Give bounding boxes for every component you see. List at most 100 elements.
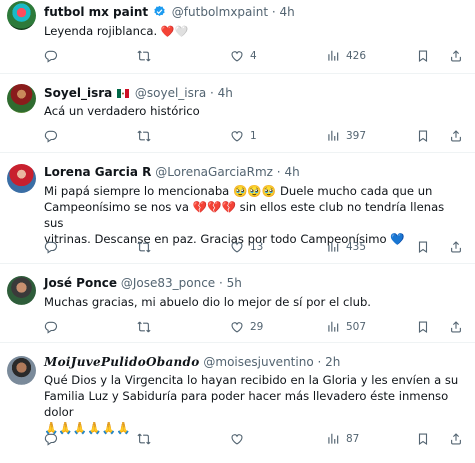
tweet[interactable]: José Ponce @Jose83_ponce · 5h Muchas gra… bbox=[0, 265, 475, 343]
display-name[interactable]: Lorena Garcia R bbox=[44, 165, 151, 179]
retweet-button[interactable] bbox=[137, 129, 157, 143]
views-button[interactable]: 87 bbox=[326, 432, 359, 446]
tweet-text-line: Qué Dios y la Virgencita lo hayan recibi… bbox=[44, 373, 459, 387]
views-icon bbox=[326, 432, 340, 446]
mexico-flag-icon bbox=[117, 89, 130, 98]
bookmark-icon[interactable] bbox=[416, 320, 430, 334]
share-icon[interactable] bbox=[449, 49, 463, 63]
reply-button[interactable] bbox=[44, 129, 64, 143]
retweet-button[interactable] bbox=[137, 240, 157, 254]
retweet-icon bbox=[137, 320, 151, 334]
retweet-button[interactable] bbox=[137, 49, 157, 63]
bookmark-icon[interactable] bbox=[416, 240, 430, 254]
retweet-icon bbox=[137, 49, 151, 63]
timestamp[interactable]: 4h bbox=[284, 165, 299, 179]
like-button[interactable]: 29 bbox=[230, 320, 263, 334]
tweet-text-line: Familia Luz y Sabiduría para poder hacer… bbox=[44, 389, 449, 419]
user-handle[interactable]: @moisesjuventino bbox=[203, 355, 313, 369]
retweet-icon bbox=[137, 240, 151, 254]
tweet[interactable]: 𝑴𝒐𝒊𝑱𝒖𝒗𝒆𝑷𝒖𝒍𝒊𝒅𝒐𝑶𝒃𝒂𝒏𝒅𝒐 @moisesjuventino · 2… bbox=[0, 344, 475, 463]
like-button[interactable]: 4 bbox=[230, 49, 257, 63]
views-count: 87 bbox=[346, 433, 360, 445]
avatar[interactable] bbox=[7, 276, 36, 305]
views-count: 507 bbox=[346, 321, 367, 333]
display-name[interactable]: futbol mx paint bbox=[44, 5, 148, 19]
tweet-text: Acá un verdadero histórico bbox=[44, 104, 200, 118]
avatar[interactable] bbox=[7, 356, 36, 385]
tweet-actions: 87 bbox=[44, 432, 435, 448]
separator-dot: · bbox=[317, 355, 322, 369]
like-count: 4 bbox=[250, 50, 257, 62]
reply-icon bbox=[44, 240, 58, 254]
verified-badge-icon bbox=[153, 5, 166, 18]
tweet-header: Soyel_isra @soyel_isra · 4h bbox=[44, 86, 233, 101]
like-count: 29 bbox=[250, 321, 264, 333]
timestamp[interactable]: 4h bbox=[218, 86, 233, 100]
tweet[interactable]: Soyel_isra @soyel_isra · 4h Acá un verda… bbox=[0, 75, 475, 153]
share-icon[interactable] bbox=[449, 320, 463, 334]
display-name[interactable]: José Ponce bbox=[44, 276, 117, 290]
separator-dot: · bbox=[210, 86, 214, 100]
retweet-button[interactable] bbox=[137, 432, 157, 446]
bookmark-icon[interactable] bbox=[416, 129, 430, 143]
timestamp[interactable]: 5h bbox=[227, 276, 242, 290]
reply-button[interactable] bbox=[44, 432, 64, 446]
views-icon bbox=[326, 129, 340, 143]
tweet-actions: 29 507 bbox=[44, 320, 435, 336]
tweet-actions: 13 435 bbox=[44, 240, 435, 256]
user-handle[interactable]: @soyel_isra bbox=[135, 86, 206, 100]
timestamp[interactable]: 4h bbox=[280, 5, 295, 19]
like-button[interactable]: 13 bbox=[230, 240, 263, 254]
avatar[interactable] bbox=[7, 84, 36, 113]
tweet-actions: 4 426 bbox=[44, 49, 435, 65]
share-icon[interactable] bbox=[449, 240, 463, 254]
like-icon bbox=[230, 320, 244, 334]
display-name[interactable]: Soyel_isra bbox=[44, 86, 112, 100]
like-button[interactable] bbox=[230, 432, 250, 446]
timestamp[interactable]: 2h bbox=[325, 355, 340, 369]
tweet-header: José Ponce @Jose83_ponce · 5h bbox=[44, 276, 242, 291]
reply-button[interactable] bbox=[44, 320, 64, 334]
share-icon[interactable] bbox=[449, 432, 463, 446]
bookmark-icon[interactable] bbox=[416, 432, 430, 446]
bookmark-icon[interactable] bbox=[416, 49, 430, 63]
tweet-actions: 1 397 bbox=[44, 129, 435, 145]
tweet-text-main: Leyenda rojiblanca. bbox=[44, 24, 158, 38]
reply-button[interactable] bbox=[44, 49, 64, 63]
tweet-text: Mi papá siempre lo mencionaba 🥹🥹🥹 Duele … bbox=[44, 183, 463, 247]
views-button[interactable]: 397 bbox=[326, 129, 366, 143]
display-name[interactable]: 𝑴𝒐𝒊𝑱𝒖𝒗𝒆𝑷𝒖𝒍𝒊𝒅𝒐𝑶𝒃𝒂𝒏𝒅𝒐 bbox=[44, 355, 200, 369]
views-icon bbox=[326, 240, 340, 254]
views-button[interactable]: 507 bbox=[326, 320, 366, 334]
like-icon bbox=[230, 432, 244, 446]
avatar[interactable] bbox=[7, 1, 36, 30]
tweet[interactable]: Lorena Garcia R @LorenaGarciaRmz · 4h Mi… bbox=[0, 154, 475, 264]
retweet-icon bbox=[137, 432, 151, 446]
tweet-header: futbol mx paint @futbolmxpaint · 4h bbox=[44, 5, 295, 20]
reply-icon bbox=[44, 320, 58, 334]
user-handle[interactable]: @Jose83_ponce bbox=[121, 276, 215, 290]
reply-icon bbox=[44, 129, 58, 143]
views-count: 397 bbox=[346, 130, 367, 142]
avatar[interactable] bbox=[7, 164, 36, 193]
tweet-header: 𝑴𝒐𝒊𝑱𝒖𝒗𝒆𝑷𝒖𝒍𝒊𝒅𝒐𝑶𝒃𝒂𝒏𝒅𝒐 @moisesjuventino · 2… bbox=[44, 355, 340, 370]
retweet-button[interactable] bbox=[137, 320, 157, 334]
tweet-text: Muchas gracias, mi abuelo dio lo mejor d… bbox=[44, 295, 371, 309]
tweet-emoji: ❤️🤍 bbox=[160, 25, 189, 38]
views-count: 435 bbox=[346, 241, 367, 253]
share-icon[interactable] bbox=[449, 129, 463, 143]
tweet[interactable]: futbol mx paint @futbolmxpaint · 4h Leye… bbox=[0, 0, 475, 74]
tweet-text-line: Mi papá siempre lo mencionaba 🥹🥹🥹 Duele … bbox=[44, 184, 433, 198]
views-icon bbox=[326, 320, 340, 334]
tweet-text: Qué Dios y la Virgencita lo hayan recibi… bbox=[44, 372, 463, 436]
separator-dot: · bbox=[271, 5, 276, 19]
views-button[interactable]: 435 bbox=[326, 240, 366, 254]
tweet-text-line: Campeonísimo se nos va 💔💔💔 sin ellos est… bbox=[44, 200, 445, 230]
reply-button[interactable] bbox=[44, 240, 64, 254]
like-button[interactable]: 1 bbox=[230, 129, 257, 143]
tweet-header: Lorena Garcia R @LorenaGarciaRmz · 4h bbox=[44, 165, 300, 180]
reply-icon bbox=[44, 49, 58, 63]
user-handle[interactable]: @futbolmxpaint bbox=[172, 5, 268, 19]
views-button[interactable]: 426 bbox=[326, 49, 366, 63]
user-handle[interactable]: @LorenaGarciaRmz bbox=[155, 165, 273, 179]
